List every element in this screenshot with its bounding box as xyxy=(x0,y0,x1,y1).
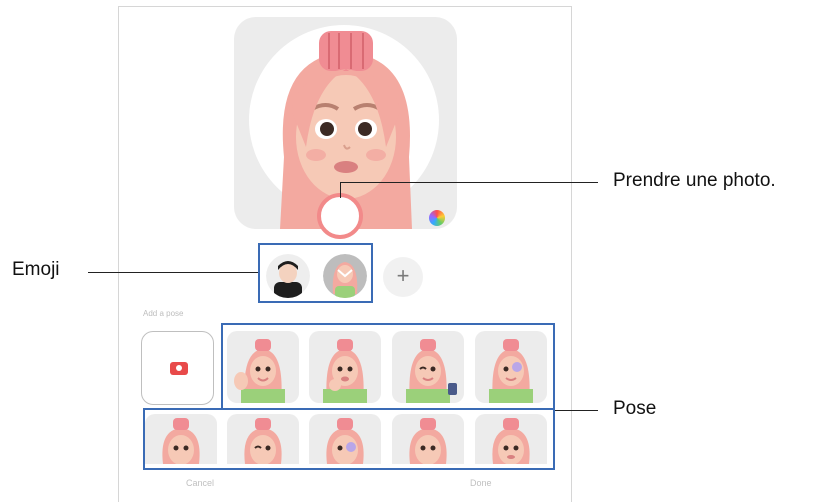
callout-line-emoji xyxy=(88,272,258,273)
callout-line-photo-vertical xyxy=(340,182,341,198)
callout-take-photo: Prendre une photo. xyxy=(613,170,776,191)
pose-tile[interactable] xyxy=(309,331,381,403)
camera-capture-tile[interactable] xyxy=(141,331,214,405)
pose-tile[interactable] xyxy=(392,414,464,464)
pose-tile[interactable] xyxy=(145,414,217,464)
emoji-thumbnail-man[interactable] xyxy=(266,254,310,298)
camera-icon xyxy=(170,362,188,375)
add-pose-label: Add a pose xyxy=(143,309,184,318)
pose-tile[interactable] xyxy=(392,331,464,403)
shutter-button[interactable] xyxy=(321,197,359,235)
pose-tile[interactable] xyxy=(227,414,299,464)
callout-emoji: Emoji xyxy=(12,259,60,280)
done-button[interactable]: Done xyxy=(470,478,492,488)
add-emoji-button[interactable]: + xyxy=(383,257,423,297)
pose-tile[interactable] xyxy=(475,414,547,464)
cancel-button[interactable]: Cancel xyxy=(186,478,214,488)
callout-line-photo xyxy=(340,182,598,183)
callout-pose: Pose xyxy=(613,398,657,419)
callout-line-pose xyxy=(555,410,598,411)
pose-tile[interactable] xyxy=(309,414,381,464)
plus-icon: + xyxy=(396,263,410,288)
pose-highlight-frame-step xyxy=(143,408,223,411)
pose-tile[interactable] xyxy=(227,331,299,403)
pose-tile[interactable] xyxy=(475,331,547,403)
emoji-thumbnail-woman[interactable] xyxy=(323,254,367,298)
color-wheel-icon[interactable] xyxy=(429,210,445,226)
